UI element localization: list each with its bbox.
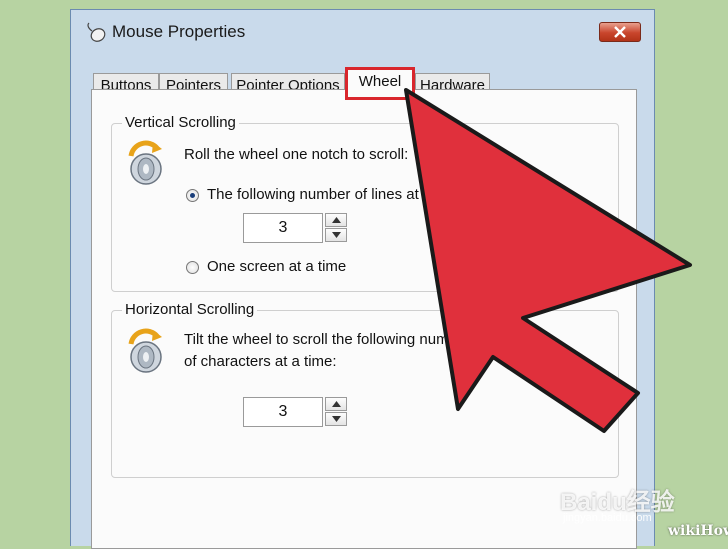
pointer-arrow-annotation <box>404 88 692 433</box>
wikihow-watermark: wikiHow <box>668 523 728 539</box>
baidu-url-watermark: jingyan.baidu.com <box>563 512 652 524</box>
